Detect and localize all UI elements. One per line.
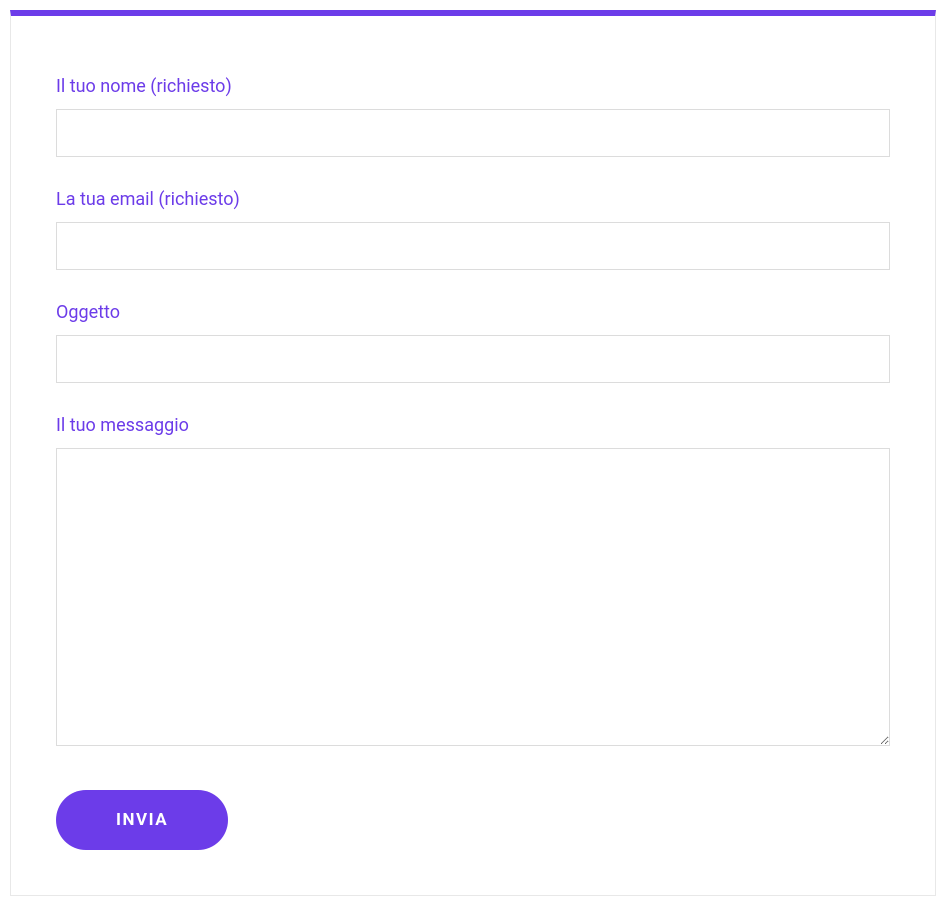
subject-input[interactable]	[56, 335, 890, 383]
subject-field-group: Oggetto	[56, 302, 890, 383]
message-label: Il tuo messaggio	[56, 415, 890, 436]
email-field-group: La tua email (richiesto)	[56, 189, 890, 270]
name-label: Il tuo nome (richiesto)	[56, 76, 890, 97]
message-field-group: Il tuo messaggio	[56, 415, 890, 750]
submit-button[interactable]: INVIA	[56, 790, 228, 850]
name-input[interactable]	[56, 109, 890, 157]
subject-label: Oggetto	[56, 302, 890, 323]
message-textarea[interactable]	[56, 448, 890, 746]
email-input[interactable]	[56, 222, 890, 270]
contact-form-container: Il tuo nome (richiesto) La tua email (ri…	[10, 10, 936, 896]
name-field-group: Il tuo nome (richiesto)	[56, 76, 890, 157]
email-label: La tua email (richiesto)	[56, 189, 890, 210]
